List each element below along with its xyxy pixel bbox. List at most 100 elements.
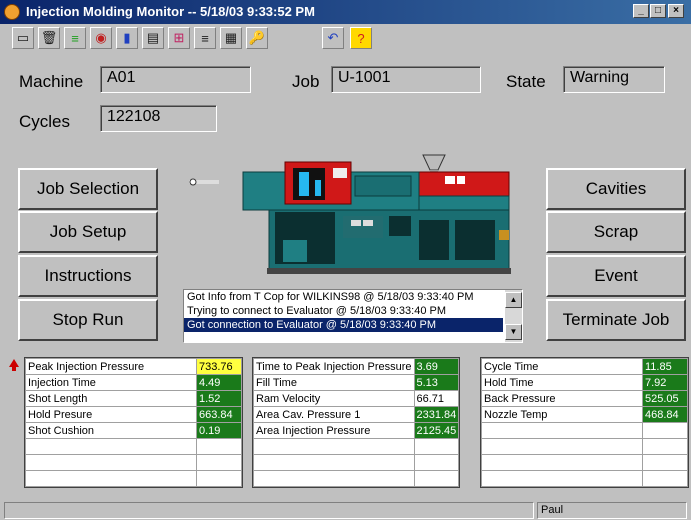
measurement-row: Nozzle Temp 468.84 [481, 406, 688, 423]
measurement-value: 3.69 [413, 358, 460, 375]
measurement-label: Area Injection Pressure [253, 422, 415, 439]
measurement-label: Ram Velocity [253, 390, 415, 407]
measurement-row [25, 438, 242, 455]
state-label: State [506, 72, 546, 91]
measurement-value: 2331.84 [413, 406, 460, 423]
toolbar: ▭ 🗑 ≡ ◉ ▮ ▤ ⊞ ≡ ▦ 🔑 ↶? [0, 24, 691, 58]
measurement-label: Time to Peak Injection Pressure [253, 358, 415, 375]
machine-field: A01 [100, 66, 251, 93]
measurement-label: Peak Injection Pressure [25, 358, 197, 375]
measurement-row: Hold Presure 663.84 [25, 406, 242, 423]
scroll-down-icon[interactable]: ▼ [505, 324, 522, 340]
measurement-row [25, 470, 242, 487]
injection-machine-illustration [189, 154, 511, 274]
measurement-row: Peak Injection Pressure 733.76 [25, 358, 242, 375]
measurement-label: Shot Length [25, 390, 197, 407]
measurement-value: 663.84 [196, 406, 242, 423]
monitor-icon[interactable]: ▭ [12, 27, 34, 49]
measurement-row: Back Pressure 525.05 [481, 390, 688, 407]
alert-arrow-stem [12, 366, 16, 371]
measurement-row: Shot Length 1.52 [25, 390, 242, 407]
record-icon[interactable]: ◉ [90, 27, 112, 49]
empty-cell [196, 454, 242, 471]
empty-cell [642, 438, 688, 455]
minimize-button[interactable]: _ [633, 4, 649, 18]
measurement-label: Cycle Time [481, 358, 643, 375]
measurement-row: Time to Peak Injection Pressure 3.69 [253, 358, 460, 375]
log-item[interactable]: Trying to connect to Evaluator @ 5/18/03… [184, 304, 503, 318]
help-icon[interactable]: ? [350, 27, 372, 49]
measurement-row [25, 454, 242, 471]
log-item-selected[interactable]: Got connection to Evaluator @ 5/18/03 9:… [184, 318, 503, 332]
machine-label: Machine [19, 72, 84, 91]
palette-icon[interactable]: ≡ [64, 27, 86, 49]
event-log-list[interactable]: Got Info from T Cop for WILKINS98 @ 5/18… [183, 289, 523, 343]
measurement-row [253, 454, 460, 471]
measurement-label: Shot Cushion [25, 422, 197, 439]
chart-icon[interactable]: ▮ [116, 27, 138, 49]
cycles-label: Cycles [19, 112, 71, 131]
event-button[interactable]: Event [546, 255, 686, 297]
grid-icon[interactable]: ⊞ [168, 27, 190, 49]
measurement-value: 7.92 [642, 374, 688, 391]
empty-cell [196, 438, 242, 455]
measurement-label: Injection Time [25, 374, 197, 391]
cavities-button[interactable]: Cavities [546, 168, 686, 210]
scroll-up-icon[interactable]: ▲ [505, 292, 522, 308]
state-field: Warning [563, 66, 665, 93]
empty-cell [481, 438, 643, 455]
log-scrollbar[interactable]: ▲ ▼ [505, 290, 522, 342]
measurement-value: 11.85 [642, 358, 688, 375]
trash-icon[interactable]: 🗑 [38, 27, 60, 49]
empty-cell [25, 454, 197, 471]
title-bar: Injection Molding Monitor -- 5/18/03 9:3… [0, 0, 691, 24]
key-icon[interactable]: 🔑 [246, 27, 268, 49]
job-field: U-1001 [331, 66, 481, 93]
measurement-row: Injection Time 4.49 [25, 374, 242, 391]
empty-cell [253, 438, 415, 455]
measurement-row [481, 422, 688, 439]
job-selection-button[interactable]: Job Selection [18, 168, 158, 210]
measurement-value: 0.19 [196, 422, 242, 439]
measurement-row [253, 470, 460, 487]
report-icon[interactable]: ▦ [220, 27, 242, 49]
log-item[interactable]: Got Info from T Cop for WILKINS98 @ 5/18… [184, 290, 503, 304]
measurement-row: Cycle Time 11.85 [481, 358, 688, 375]
measurement-value: 5.13 [413, 374, 460, 391]
measurement-row: Ram Velocity 66.71 [253, 390, 460, 407]
empty-cell [642, 454, 688, 471]
measurement-value: 525.05 [642, 390, 688, 407]
list-icon[interactable]: ≡ [194, 27, 216, 49]
measurement-row [481, 454, 688, 471]
app-icon [4, 4, 20, 20]
empty-cell [25, 470, 197, 487]
scrap-button[interactable]: Scrap [546, 211, 686, 253]
measurement-row [481, 438, 688, 455]
measurement-value: 4.49 [196, 374, 242, 391]
measurement-label: Hold Time [481, 374, 643, 391]
measurement-row: Area Cav. Pressure 1 2331.84 [253, 406, 460, 423]
measurement-label: Hold Presure [25, 406, 197, 423]
empty-cell [253, 470, 415, 487]
close-button[interactable]: × [668, 4, 684, 18]
empty-cell [413, 438, 460, 455]
maximize-button[interactable]: □ [650, 4, 666, 18]
measurement-panel-2: Time to Peak Injection Pressure 3.69 Fill … [252, 357, 460, 488]
stop-run-button[interactable]: Stop Run [18, 299, 158, 341]
status-bar: Paul [0, 500, 691, 520]
document-icon[interactable]: ▤ [142, 27, 164, 49]
empty-cell [642, 470, 688, 487]
empty-cell [253, 454, 415, 471]
terminate-job-button[interactable]: Terminate Job [546, 299, 686, 341]
job-setup-button[interactable]: Job Setup [18, 211, 158, 253]
measurement-row [253, 438, 460, 455]
measurement-label: Nozzle Temp [481, 406, 643, 423]
undo-icon[interactable]: ↶ [322, 27, 344, 49]
empty-cell [481, 422, 643, 439]
measurement-value: 1.52 [196, 390, 242, 407]
measurement-row: Hold Time 7.92 [481, 374, 688, 391]
measurement-label: Area Cav. Pressure 1 [253, 406, 415, 423]
empty-cell [196, 470, 242, 487]
instructions-button[interactable]: Instructions [18, 255, 158, 297]
measurement-row: Area Injection Pressure 2125.45 [253, 422, 460, 439]
